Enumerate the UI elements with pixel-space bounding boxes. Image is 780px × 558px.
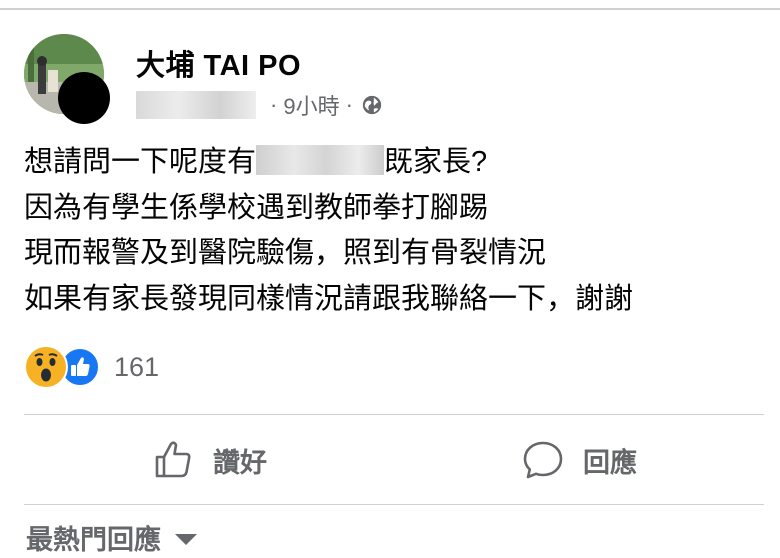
divider <box>24 414 764 415</box>
blurred-school-name <box>256 145 385 175</box>
comment-button-label: 回應 <box>583 447 637 478</box>
post-line-3: 現而報警及到醫院驗傷，照到有骨裂情況 <box>24 237 547 270</box>
post-line-4: 如果有家長發現同樣情況請跟我聯絡一下，謝謝 <box>24 282 634 315</box>
comment-sort-label: 最熱門回應 <box>26 525 161 555</box>
like-button[interactable]: 讚好 <box>24 420 394 500</box>
reaction-summary[interactable]: 161 <box>24 345 159 389</box>
like-button-label: 讚好 <box>213 447 267 478</box>
wow-reaction-icon <box>24 345 68 389</box>
reaction-count[interactable]: 161 <box>114 352 159 383</box>
post-line-1-end: 既家長? <box>384 146 488 178</box>
caret-down-icon <box>175 534 197 545</box>
thumbs-up-icon <box>155 441 191 478</box>
post-action-bar: 讚好 回應 <box>24 420 764 500</box>
speech-bubble-icon <box>523 441 563 479</box>
comment-button[interactable]: 回應 <box>394 420 764 500</box>
page-name-link[interactable]: 大埔 TAI PO <box>136 42 301 84</box>
post-text: 想請問一下呢度有 既家長? 因為有學生係學校遇到教師拳打腳踢 現而報警及到醫院驗傷… <box>24 140 764 322</box>
post-meta: · 9小時 · <box>136 90 383 120</box>
post-line-2: 因為有學生係學校遇到教師拳打腳踢 <box>24 191 489 224</box>
comment-sort-dropdown[interactable]: 最熱門回應 <box>26 518 197 557</box>
avatar-redaction <box>58 72 110 124</box>
meta-separator-2: · <box>345 92 353 117</box>
post-line-1-start: 想請問一下呢度有 <box>24 146 257 178</box>
post-timestamp[interactable]: 9小時 <box>283 89 339 121</box>
divider <box>24 504 764 505</box>
top-divider <box>0 8 780 10</box>
blurred-author <box>136 91 256 119</box>
meta-separator: · <box>270 92 278 117</box>
globe-icon[interactable] <box>361 94 383 116</box>
post-header: 大埔 TAI PO · 9小時 · <box>24 34 764 124</box>
post-line-1: 想請問一下呢度有 既家長? <box>24 140 764 186</box>
